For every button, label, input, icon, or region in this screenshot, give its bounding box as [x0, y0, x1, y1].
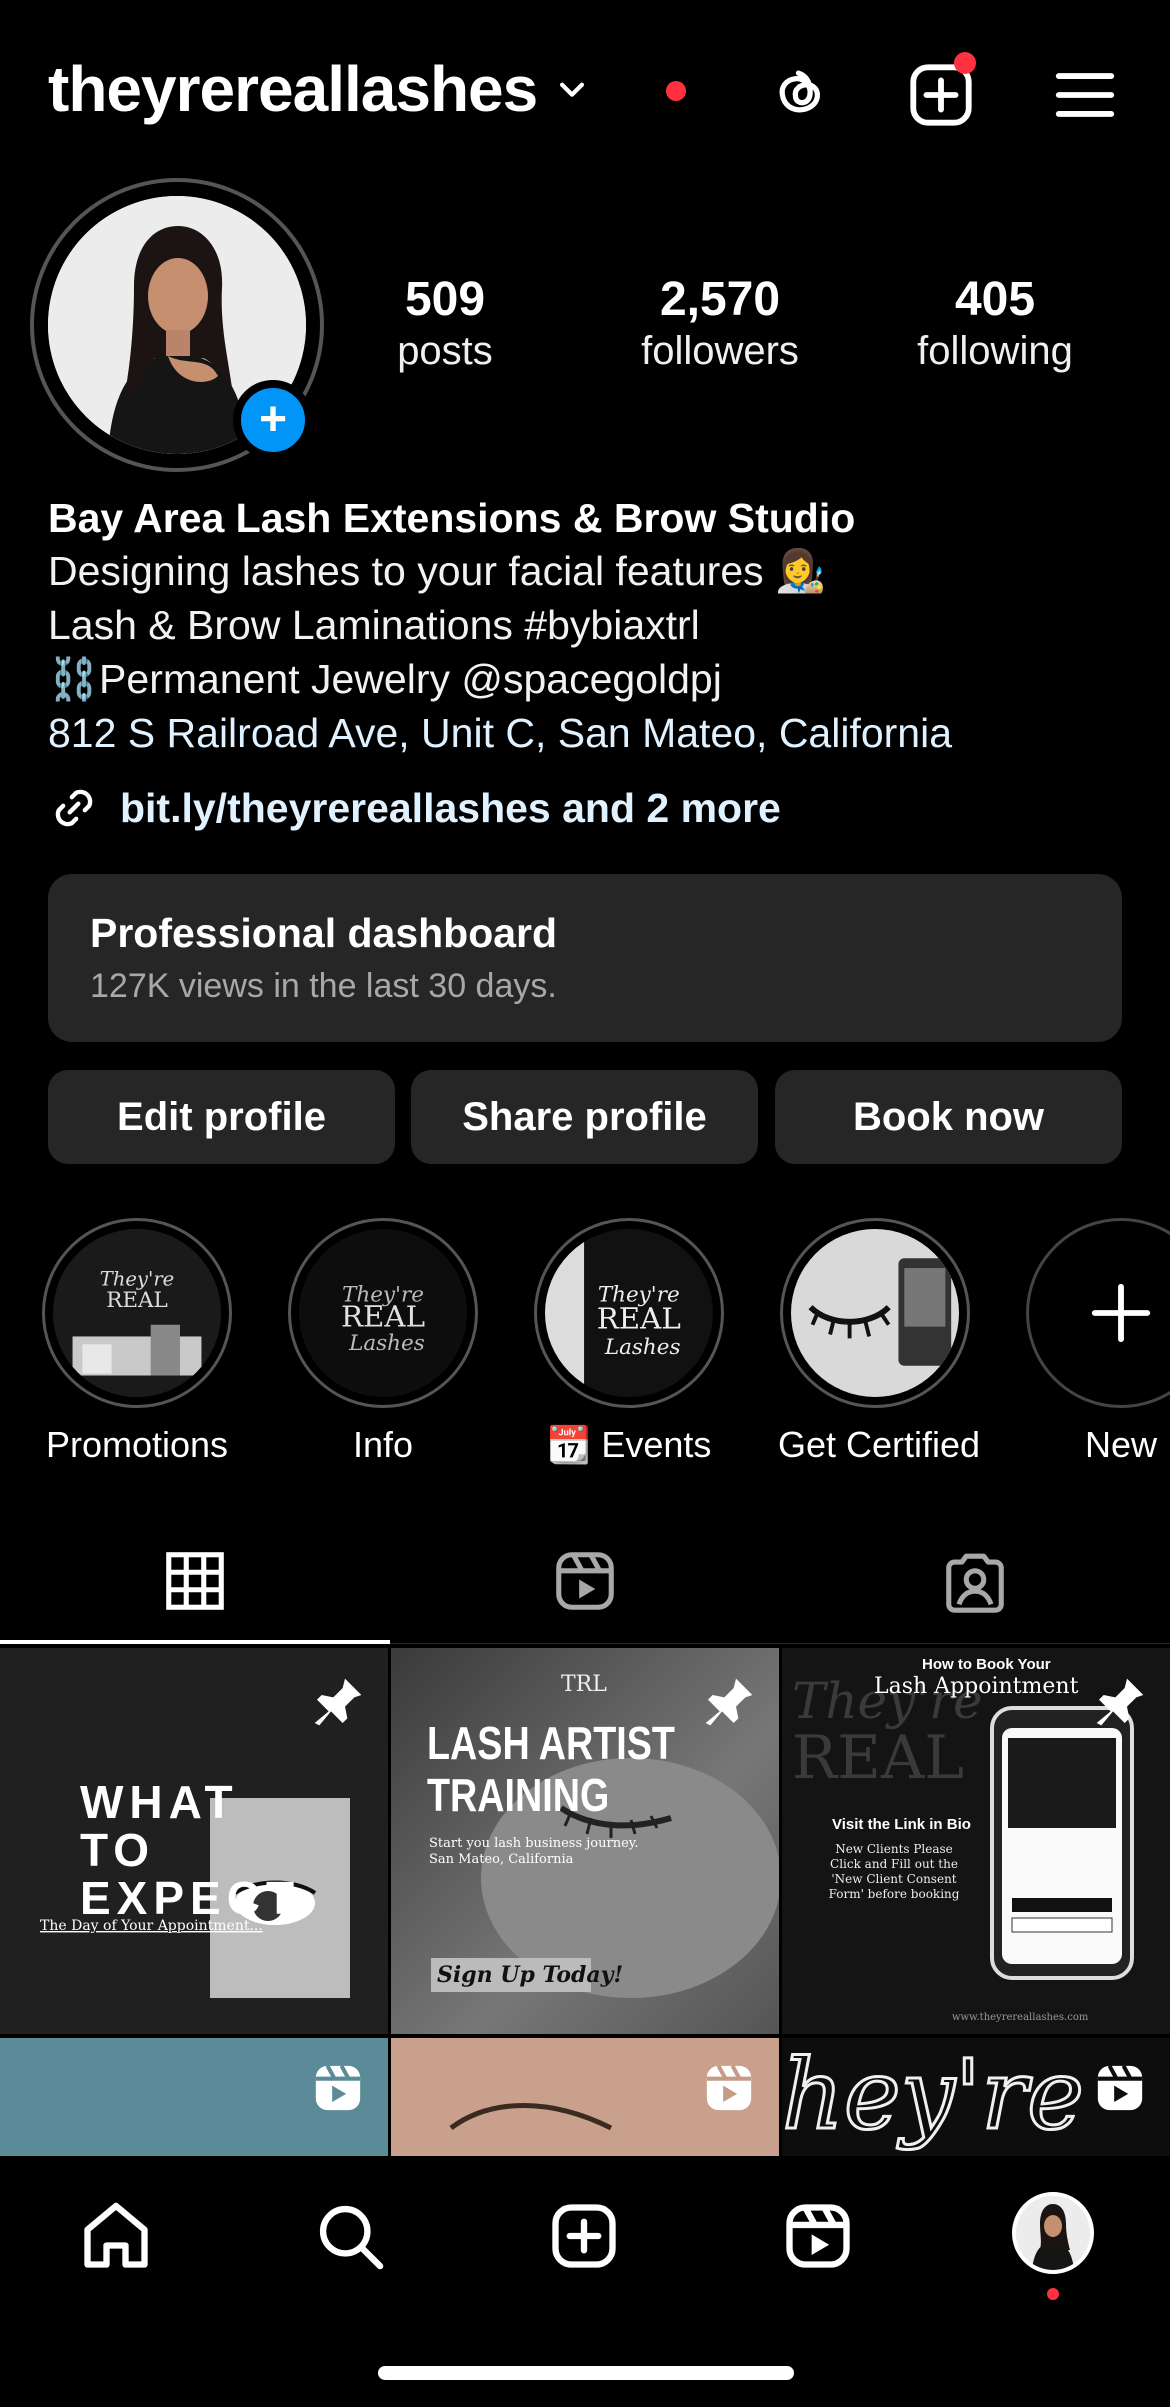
stat-followers[interactable]: 2,570 followers	[620, 272, 820, 374]
create-notification-dot	[954, 52, 976, 74]
post-cta: Sign Up Today!	[437, 1962, 624, 1988]
stat-value: 405	[954, 273, 1036, 326]
highlight-label: 📆 Events	[546, 1424, 712, 1465]
profile-bio: Bay Area Lash Extensions & Brow Studio D…	[48, 492, 1128, 760]
svg-text:REAL: REAL	[792, 1723, 964, 1793]
pinned-icon	[705, 1678, 753, 1726]
stat-label: posts	[397, 329, 493, 373]
post-title: WHAT TO EXPECT	[80, 1776, 301, 1924]
post-reel[interactable]: hey're	[782, 2038, 1170, 2158]
post-heading-1: How to Book Your	[922, 1656, 1051, 1673]
bio-line: Designing lashes to your facial features…	[48, 548, 827, 594]
highlight-label: New	[1084, 1424, 1158, 1465]
svg-text:hey're: hey're	[782, 2039, 1084, 2151]
link-icon	[55, 789, 93, 827]
bio-link-text: bit.ly/theyrereallashes and 2 more	[120, 784, 781, 831]
post-subtitle: Start you lash business journey. San Mat…	[429, 1836, 639, 1867]
reel-icon	[706, 2064, 752, 2111]
top-bar: theyrereallashes	[0, 0, 1170, 180]
post-title-line2: TRAINING	[427, 1769, 610, 1821]
address-link[interactable]: 812 S Railroad Ave, Unit C, San Mateo, C…	[48, 706, 1128, 760]
highlight-ring: They're REAL	[42, 1218, 232, 1408]
bio-link[interactable]: bit.ly/theyrereallashes and 2 more	[48, 782, 781, 834]
add-story-button[interactable]: +	[233, 380, 313, 460]
post-what-to-expect[interactable]: The Day of Your Appointment... WHAT TO E…	[0, 1648, 388, 2034]
highlight-cover	[1037, 1229, 1170, 1397]
notification-dot	[666, 81, 686, 101]
highlight-ring: They're REAL Lashes	[288, 1218, 478, 1408]
stat-value: 509	[404, 273, 486, 326]
stat-label: followers	[641, 329, 799, 373]
highlight-label: Promotions	[45, 1424, 229, 1465]
home-indicator[interactable]	[378, 2366, 794, 2380]
pinned-icon	[1096, 1678, 1144, 1726]
reel-icon	[315, 2064, 361, 2111]
bio-line[interactable]: Lash & Brow Laminations #bybiaxtrl	[48, 598, 1128, 652]
reels-icon[interactable]	[550, 1546, 620, 1616]
post-body: New Clients Please Click and Fill out th…	[828, 1842, 960, 1901]
profile-notification-dot	[1047, 2288, 1059, 2300]
highlight-cover: They're REAL Lashes	[299, 1229, 467, 1397]
reel-icon	[1097, 2064, 1143, 2111]
account-switcher[interactable]: theyrereallashes	[48, 52, 589, 126]
highlight-get-certified[interactable]: Get Certified	[778, 1218, 981, 1466]
username: theyrereallashes	[48, 53, 538, 125]
highlight-info[interactable]: They're REAL Lashes Info	[286, 1218, 480, 1466]
profile-nav-avatar[interactable]	[1012, 2192, 1094, 2274]
reels-nav-icon[interactable]	[780, 2198, 856, 2274]
svg-text:REAL: REAL	[106, 1288, 168, 1313]
stat-label: following	[917, 329, 1073, 373]
highlight-cover: They're REAL	[53, 1229, 221, 1397]
display-name: Bay Area Lash Extensions & Brow Studio	[48, 495, 856, 541]
highlight-promotions[interactable]: They're REAL Promotions	[40, 1218, 234, 1466]
highlight-ring	[1026, 1218, 1170, 1408]
highlight-new[interactable]: New	[1024, 1218, 1170, 1466]
threads-icon[interactable]	[762, 60, 832, 130]
stat-following[interactable]: 405 following	[900, 272, 1090, 374]
active-tab-indicator	[0, 1640, 390, 1644]
svg-text:REAL: REAL	[341, 1300, 425, 1334]
grid-icon[interactable]	[160, 1546, 230, 1616]
highlight-events[interactable]: They're REAL Lashes 📆 Events	[532, 1218, 726, 1466]
search-icon[interactable]	[312, 2198, 388, 2274]
professional-dashboard[interactable]: Professional dashboard 127K views in the…	[48, 874, 1122, 1042]
create-post-icon[interactable]	[546, 2198, 622, 2274]
home-icon[interactable]	[78, 2198, 154, 2274]
post-reel[interactable]	[0, 2038, 388, 2158]
stat-value: 2,570	[659, 273, 781, 326]
svg-text:REAL: REAL	[597, 1302, 681, 1336]
pinned-icon	[314, 1678, 362, 1726]
post-brand: TRL	[561, 1672, 607, 1697]
chevron-down-icon	[560, 82, 585, 97]
dashboard-title: Professional dashboard	[90, 910, 558, 956]
post-how-to-book[interactable]: They're REAL How to Book Your Lash Appoi…	[782, 1648, 1170, 2034]
highlight-ring	[780, 1218, 970, 1408]
menu-icon[interactable]	[1050, 60, 1120, 130]
post-title-line1: LASH ARTIST	[427, 1717, 675, 1769]
dashboard-subtitle: 127K views in the last 30 days.	[90, 967, 557, 1005]
book-now-button[interactable]: Book now	[775, 1070, 1122, 1164]
post-lash-artist-training[interactable]: TRL LASH ARTIST TRAINING Start you lash …	[391, 1648, 779, 2034]
stat-posts[interactable]: 509 posts	[380, 272, 510, 374]
svg-text:Lashes: Lashes	[348, 1331, 425, 1356]
highlight-cover	[791, 1229, 959, 1397]
tagged-icon[interactable]	[940, 1546, 1010, 1616]
plus-icon	[1091, 1283, 1151, 1343]
bio-line[interactable]: ⛓️Permanent Jewelry @spacegoldpj	[48, 652, 1128, 706]
post-url: www.theyrereallashes.com	[952, 2012, 1089, 2023]
highlight-cover: They're REAL Lashes	[545, 1229, 713, 1397]
edit-profile-button[interactable]: Edit profile	[48, 1070, 395, 1164]
highlight-label: Info	[352, 1424, 414, 1465]
post-heading-2: Lash Appointment	[874, 1674, 1079, 1699]
highlight-ring: They're REAL Lashes	[534, 1218, 724, 1408]
highlight-label: Get Certified	[778, 1424, 981, 1465]
svg-text:Lashes: Lashes	[604, 1335, 681, 1360]
post-cta: Visit the Link in Bio	[832, 1816, 971, 1833]
post-reel[interactable]	[391, 2038, 779, 2158]
share-profile-button[interactable]: Share profile	[411, 1070, 758, 1164]
